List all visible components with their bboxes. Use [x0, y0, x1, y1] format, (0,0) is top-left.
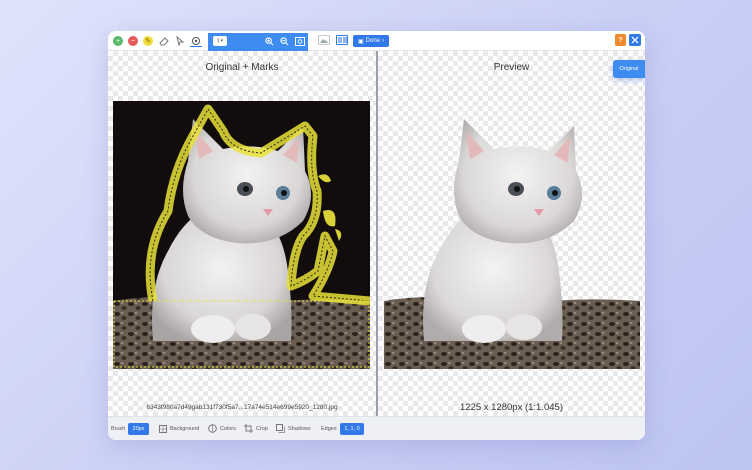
done-label: Done — [365, 38, 380, 44]
preview-image[interactable] — [384, 101, 640, 369]
crop-button[interactable]: Crop — [244, 424, 268, 433]
bottom-toolbar: Brush 20px Background Colors Crop Shadow… — [108, 416, 645, 440]
chevron-right-icon: › — [382, 38, 384, 44]
crop-icon — [244, 424, 253, 433]
original-image[interactable] — [113, 101, 370, 369]
brush-size-button[interactable]: 20px — [128, 423, 149, 435]
edges-value-button[interactable]: 1, 1, 0 — [340, 423, 364, 435]
zoom-in-button[interactable] — [264, 36, 275, 47]
close-icon — [631, 36, 639, 44]
done-button[interactable]: ▣ Done › — [353, 35, 389, 47]
original-toggle-button[interactable]: Original — [613, 60, 645, 78]
target-icon — [192, 36, 200, 45]
image-filename: 6343f980a7d49gab131f730f5a7...17a74e514e… — [146, 404, 338, 411]
shadows-icon — [276, 424, 285, 433]
crop-label: Crop — [256, 425, 268, 432]
image-dimensions: 1225 x 1280px (1:1.045) — [460, 402, 563, 413]
edges-label: Edges — [321, 426, 337, 432]
close-button[interactable] — [629, 34, 641, 46]
background-label: Background — [170, 425, 200, 432]
original-pane: Original + Marks 6343f980a7d49gab131f730… — [108, 31, 376, 416]
toolbar: + − ✎ 1 ▾ ▣ Done › ? — [108, 31, 645, 51]
colors-label: Colors — [220, 425, 236, 432]
lasso-button[interactable] — [174, 35, 186, 47]
save-icon: ▣ — [357, 38, 364, 45]
zoom-out-icon — [280, 37, 289, 46]
plus-icon: + — [115, 37, 121, 45]
editor-window: Original + Marks 6343f980a7d49gab131f730… — [108, 31, 645, 440]
remove-marker-button[interactable]: − — [128, 36, 138, 46]
preview-pane: Preview 1225 x 1280px (1:1.045) — [378, 31, 645, 416]
preview-pane-title: Preview — [493, 62, 530, 73]
chevron-down-icon: ▾ — [220, 38, 224, 44]
fit-screen-icon — [294, 37, 305, 46]
background-icon — [158, 424, 167, 433]
original-pane-title: Original + Marks — [205, 62, 279, 73]
shadows-label: Shadows — [288, 425, 311, 432]
pointer-icon — [176, 36, 185, 46]
colors-icon — [208, 424, 217, 433]
pen-icon: ✎ — [145, 37, 151, 45]
zoom-select[interactable]: 1 ▾ — [213, 36, 227, 46]
split-view-icon — [337, 37, 347, 43]
zoom-in-icon — [265, 37, 274, 46]
auto-select-button[interactable] — [190, 35, 202, 47]
shadows-button[interactable]: Shadows — [276, 424, 311, 433]
keep-marker-button[interactable]: + — [113, 36, 123, 46]
split-view-button[interactable] — [336, 35, 348, 45]
zoom-controls: 1 ▾ — [208, 33, 308, 51]
zoom-value: 1 — [216, 38, 220, 44]
eraser-icon — [159, 37, 169, 46]
single-view-button[interactable] — [318, 35, 330, 45]
image-icon — [320, 39, 328, 43]
zoom-out-button[interactable] — [279, 36, 290, 47]
fit-screen-button[interactable] — [294, 36, 305, 47]
background-button[interactable]: Background — [158, 424, 199, 433]
colors-button[interactable]: Colors — [208, 424, 236, 433]
minus-icon: − — [130, 37, 136, 45]
brush-label: Brush — [111, 426, 126, 432]
help-button[interactable]: ? — [615, 34, 626, 46]
eraser-button[interactable] — [158, 35, 170, 47]
highlight-marker-button[interactable]: ✎ — [143, 36, 153, 46]
